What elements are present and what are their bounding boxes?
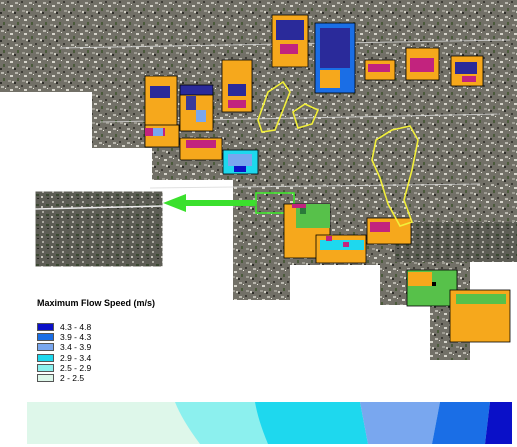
legend-swatch — [37, 323, 54, 332]
legend-item: 4.3 - 4.8 — [37, 322, 237, 332]
legend: Maximum Flow Speed (m/s) 4.3 - 4.8 3.9 - … — [37, 298, 237, 383]
legend-swatch — [37, 374, 54, 383]
legend-item: 2.5 - 2.9 — [37, 363, 237, 373]
legend-item: 3.9 - 4.3 — [37, 332, 237, 342]
terrain-strip — [395, 222, 517, 262]
legend-item: 2.9 - 3.4 — [37, 353, 237, 363]
legend-label: 2.5 - 2.9 — [60, 362, 92, 373]
legend-label: 4.3 - 4.8 — [60, 322, 92, 333]
legend-label: 2 - 2.5 — [60, 373, 85, 384]
legend-swatch — [37, 363, 54, 372]
legend-title: Maximum Flow Speed (m/s) — [37, 298, 156, 308]
legend-label: 2.9 - 3.4 — [60, 352, 92, 363]
legend-swatch — [37, 343, 54, 352]
legend-item: 3.4 - 3.9 — [37, 342, 237, 352]
legend-swatch — [37, 353, 54, 362]
legend-swatch — [37, 333, 54, 342]
legend-label: 3.9 - 4.3 — [60, 332, 92, 343]
legend-item: 2 - 2.5 — [37, 373, 237, 383]
inset-panel — [34, 190, 164, 268]
legend-label: 3.4 - 3.9 — [60, 342, 92, 353]
